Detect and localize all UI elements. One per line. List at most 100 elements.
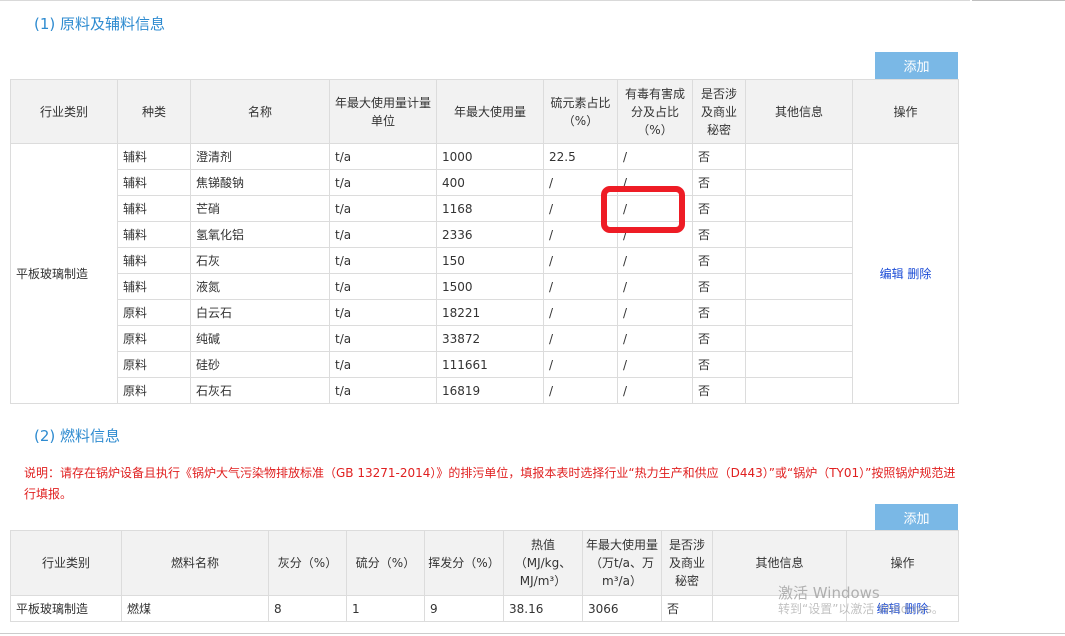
red-highlight-box [601, 186, 685, 233]
kind-cell: 辅料 [117, 273, 191, 300]
table-row: 平板玻璃制造 辅料 澄清剂 t/a 1000 22.5 / 否 编辑 删除 [10, 143, 959, 404]
amount-cell: 2336 [436, 221, 544, 248]
unit-cell: t/a [329, 299, 437, 326]
amount-cell: 18221 [436, 299, 544, 326]
sulfur-cell: / [543, 273, 618, 300]
unit-cell: t/a [329, 273, 437, 300]
toxic-cell: / [617, 247, 693, 274]
table-row: 辅料 焦锑酸钠 t/a 400 / / 否 [11, 169, 959, 196]
fuel-header-volatile: 挥发分（%） [424, 530, 504, 596]
fuel-header-sulfur: 硫分（%） [346, 530, 425, 596]
name-cell: 液氮 [190, 273, 330, 300]
windows-activation-watermark: 激活 Windows 转到“设置”以激活 Windows。 [778, 584, 944, 617]
amount-cell: 150 [436, 247, 544, 274]
name-cell: 白云石 [190, 299, 330, 326]
other-cell [745, 195, 853, 222]
table-row: 辅料 氢氧化铝 t/a 2336 / / 否 [11, 221, 959, 248]
secret-cell: 否 [692, 221, 746, 248]
materials-edit-link[interactable]: 编辑 [880, 267, 904, 281]
materials-table: 行业类别 种类 名称 年最大使用量计量单位 年最大使用量 硫元素占比（%） 有毒… [10, 79, 959, 404]
table-row: 辅料 石灰 t/a 150 / / 否 [11, 247, 959, 274]
kind-cell: 原料 [117, 351, 191, 378]
fuel-header-industry: 行业类别 [10, 530, 122, 596]
secret-cell: 否 [692, 143, 746, 170]
other-cell [745, 169, 853, 196]
sulfur-cell: / [543, 351, 618, 378]
header-sulfur: 硫元素占比（%） [543, 79, 618, 144]
toxic-cell: / [617, 299, 693, 326]
materials-section-title: (1) 原料及辅料信息 [34, 15, 166, 33]
unit-cell: t/a [329, 195, 437, 222]
sulfur-cell: / [543, 247, 618, 274]
unit-cell: t/a [329, 221, 437, 248]
action-cell: 编辑 删除 [852, 143, 959, 404]
header-industry: 行业类别 [10, 79, 118, 144]
sulfur-cell: 22.5 [543, 143, 618, 170]
sulfur-cell: / [543, 377, 618, 404]
kind-cell: 原料 [117, 377, 191, 404]
fuel-sulfur-cell: 1 [346, 595, 425, 622]
other-cell [745, 247, 853, 274]
secret-cell: 否 [692, 377, 746, 404]
secret-cell: 否 [692, 169, 746, 196]
header-other: 其他信息 [745, 79, 853, 144]
name-cell: 澄清剂 [190, 143, 330, 170]
unit-cell: t/a [329, 169, 437, 196]
name-cell: 纯碱 [190, 325, 330, 352]
fuel-section-title: (2) 燃料信息 [34, 427, 121, 445]
fuel-add-button[interactable]: 添加 [875, 504, 958, 531]
top-divider [0, 0, 970, 1]
materials-header-row: 行业类别 种类 名称 年最大使用量计量单位 年最大使用量 硫元素占比（%） 有毒… [10, 79, 959, 144]
fuel-name-cell: 燃煤 [121, 595, 269, 622]
header-kind: 种类 [117, 79, 191, 144]
kind-cell: 原料 [117, 299, 191, 326]
fuel-header-ash: 灰分（%） [268, 530, 347, 596]
amount-cell: 1168 [436, 195, 544, 222]
table-row: 辅料 液氮 t/a 1500 / / 否 [11, 273, 959, 300]
fuel-header-name: 燃料名称 [121, 530, 269, 596]
toxic-cell: / [617, 377, 693, 404]
header-amount: 年最大使用量 [436, 79, 544, 144]
secret-cell: 否 [692, 273, 746, 300]
header-secret: 是否涉及商业秘密 [692, 79, 746, 144]
kind-cell: 原料 [117, 325, 191, 352]
unit-cell: t/a [329, 247, 437, 274]
fuel-header-secret: 是否涉及商业秘密 [661, 530, 713, 596]
fuel-header-heat: 热值（MJ/kg、MJ/m³） [503, 530, 583, 596]
header-action: 操作 [852, 79, 959, 144]
kind-cell: 辅料 [117, 247, 191, 274]
unit-cell: t/a [329, 325, 437, 352]
name-cell: 芒硝 [190, 195, 330, 222]
fuel-header-amount: 年最大使用量（万t/a、万m³/a） [582, 530, 662, 596]
amount-cell: 1000 [436, 143, 544, 170]
fuel-industry-cell: 平板玻璃制造 [10, 595, 122, 622]
amount-cell: 16819 [436, 377, 544, 404]
secret-cell: 否 [692, 247, 746, 274]
other-cell [745, 325, 853, 352]
unit-cell: t/a [329, 143, 437, 170]
other-cell [745, 377, 853, 404]
secret-cell: 否 [692, 195, 746, 222]
other-cell [745, 143, 853, 170]
amount-cell: 33872 [436, 325, 544, 352]
watermark-line-1: 激活 Windows [778, 584, 880, 602]
fuel-volatile-cell: 9 [424, 595, 504, 622]
kind-cell: 辅料 [117, 221, 191, 248]
other-cell [745, 351, 853, 378]
materials-add-button[interactable]: 添加 [875, 52, 958, 79]
toxic-cell: / [617, 325, 693, 352]
name-cell: 氢氧化铝 [190, 221, 330, 248]
header-toxic: 有毒有害成分及占比（%） [617, 79, 693, 144]
materials-delete-link[interactable]: 删除 [907, 267, 931, 281]
table-row: 原料 纯碱 t/a 33872 / / 否 [11, 325, 959, 352]
fuel-heat-cell: 38.16 [503, 595, 583, 622]
amount-cell: 1500 [436, 273, 544, 300]
watermark-line-2: 转到“设置”以激活 Windows。 [778, 602, 944, 616]
name-cell: 石灰石 [190, 377, 330, 404]
table-row: 原料 石灰石 t/a 16819 / / 否 [11, 377, 959, 404]
fuel-note: 说明：请存在锅炉设备且执行《锅炉大气污染物排放标准（GB 13271-2014）… [24, 466, 956, 501]
fuel-ash-cell: 8 [268, 595, 347, 622]
sulfur-cell: / [543, 299, 618, 326]
header-name: 名称 [190, 79, 330, 144]
name-cell: 硅砂 [190, 351, 330, 378]
